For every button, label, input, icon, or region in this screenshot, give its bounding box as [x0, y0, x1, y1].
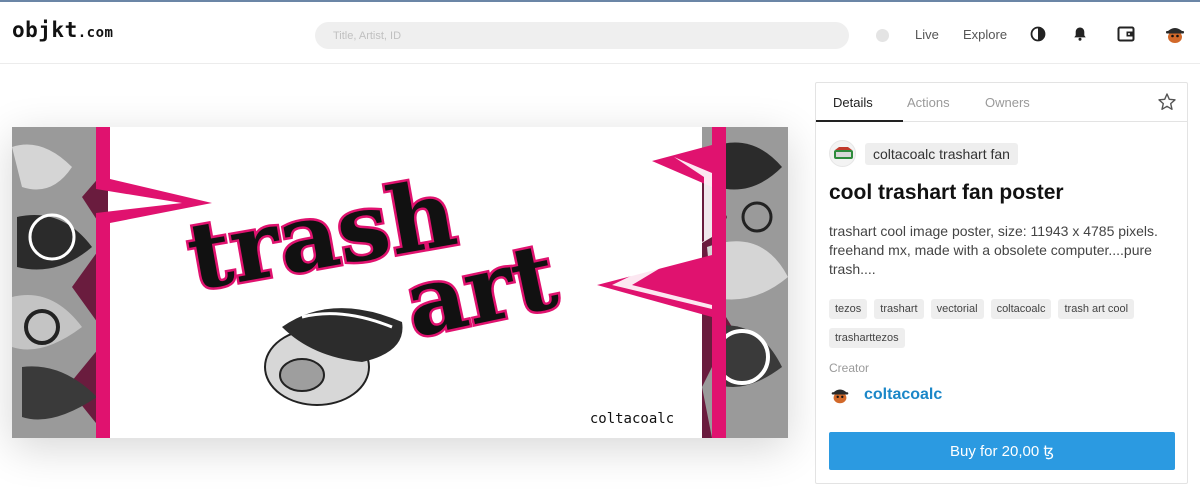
owner-chip[interactable]: coltacoalc trashart fan — [865, 142, 1018, 165]
tag-coltacoalc[interactable]: coltacoalc — [990, 299, 1052, 319]
artwork-image[interactable]: trash art coltacoalc — [12, 127, 788, 438]
creator-name-link[interactable]: coltacoalc — [864, 386, 942, 404]
tag-trasharttezos[interactable]: trasharttezos — [829, 328, 905, 348]
bell-icon[interactable] — [1071, 25, 1089, 43]
site-logo[interactable]: objkt.com — [12, 18, 113, 42]
artwork-title: cool trashart fan poster — [829, 181, 1064, 204]
status-dot-icon — [876, 29, 889, 42]
tag-trash-art-cool[interactable]: trash art cool — [1058, 299, 1135, 319]
nav-live-link[interactable]: Live — [915, 27, 939, 42]
tab-details[interactable]: Details — [833, 95, 873, 110]
tab-actions[interactable]: Actions — [907, 95, 950, 110]
tab-owners[interactable]: Owners — [985, 95, 1030, 110]
panel-tabs: Details Actions Owners — [816, 83, 1187, 122]
tag-list: tezos trashart vectorial coltacoalc tras… — [829, 299, 1179, 357]
owner-avatar[interactable] — [829, 140, 856, 167]
owner-row: coltacoalc trashart fan — [829, 140, 1018, 167]
logo-main: objkt — [12, 18, 78, 42]
tag-trashart[interactable]: trashart — [874, 299, 924, 319]
wallet-icon[interactable] — [1117, 25, 1135, 43]
details-panel: Details Actions Owners coltacoalc trasha… — [815, 82, 1188, 484]
buy-button[interactable]: Buy for 20,00 ꜩ — [829, 432, 1175, 470]
artwork-signature: coltacoalc — [590, 411, 674, 427]
user-avatar[interactable] — [1163, 22, 1187, 46]
tag-vectorial[interactable]: vectorial — [930, 299, 984, 319]
creator-row: coltacoalc — [829, 384, 942, 406]
artwork-description: trashart cool image poster, size: 11943 … — [829, 223, 1158, 277]
creator-avatar[interactable] — [829, 384, 851, 406]
search-input[interactable] — [315, 22, 849, 49]
theme-toggle-icon[interactable] — [1029, 25, 1047, 43]
creator-label: Creator — [829, 361, 870, 375]
nav-explore-link[interactable]: Explore — [963, 27, 1007, 42]
top-header: objkt.com Live Explore — [0, 2, 1200, 64]
star-icon[interactable] — [1157, 92, 1177, 112]
tag-tezos[interactable]: tezos — [829, 299, 868, 319]
active-tab-underline — [816, 120, 903, 122]
logo-suffix: .com — [77, 25, 114, 41]
